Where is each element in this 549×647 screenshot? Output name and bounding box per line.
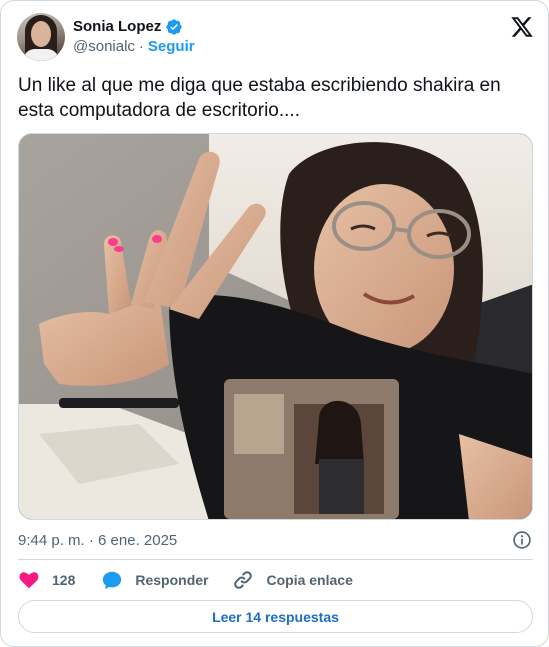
x-logo-icon[interactable] (510, 15, 534, 39)
follow-button[interactable]: Seguir (148, 37, 195, 57)
read-replies-label: Leer 14 respuestas (212, 608, 339, 625)
tweet-timestamp[interactable]: 9:44 p. m. · 6 ene. 2025 (18, 531, 177, 551)
author-handle[interactable]: @sonialc (73, 37, 135, 57)
divider (18, 559, 533, 560)
avatar[interactable] (17, 13, 65, 61)
read-replies-button[interactable]: Leer 14 respuestas (18, 600, 533, 633)
author-info: Sonia Lopez @sonialc · Seguir (73, 17, 195, 57)
like-button[interactable]: 128 (18, 569, 75, 591)
author-display-name[interactable]: Sonia Lopez (73, 17, 161, 37)
reply-label: Responder (135, 572, 209, 588)
verified-badge-icon (166, 19, 183, 35)
tweet-header: Sonia Lopez @sonialc · Seguir (17, 13, 534, 61)
separator-dot: · (138, 38, 144, 55)
link-icon (234, 571, 253, 589)
heart-icon (19, 572, 39, 589)
like-count: 128 (52, 572, 76, 588)
photo-selfie-image (19, 134, 532, 519)
copy-link-label: Copia enlace (266, 572, 353, 588)
speech-bubble-icon (103, 571, 122, 590)
tweet-photo[interactable] (18, 133, 533, 520)
tweet-text: Un like al que me diga que estaba escrib… (18, 75, 501, 121)
tweet-actions: 128 Responder Copia enlace (18, 569, 353, 591)
embedded-tweet-card: Sonia Lopez @sonialc · Seguir Un like al… (0, 0, 549, 647)
info-icon[interactable] (512, 530, 532, 550)
copy-link-button[interactable]: Copia enlace (232, 569, 353, 591)
reply-button[interactable]: Responder (101, 569, 208, 591)
